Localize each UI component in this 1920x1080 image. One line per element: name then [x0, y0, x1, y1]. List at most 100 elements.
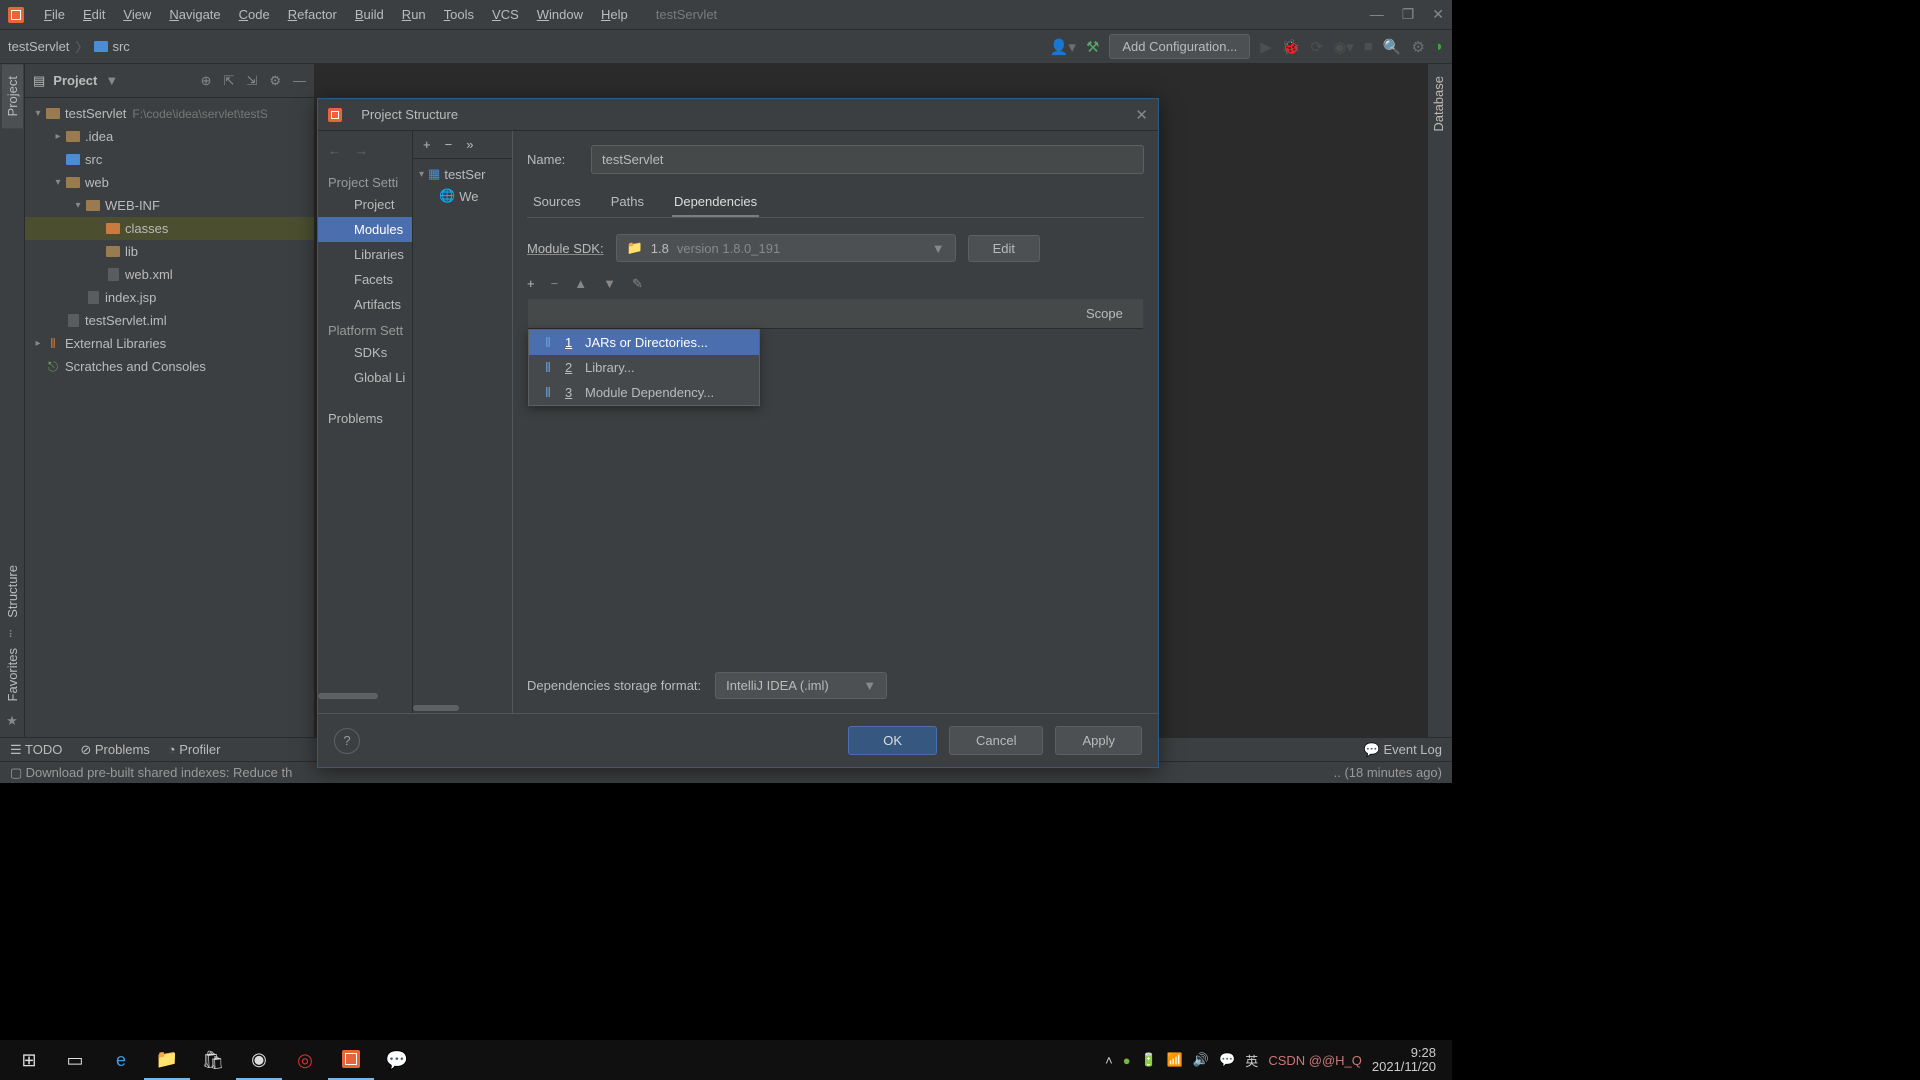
dropdown-icon[interactable]: ▼ [105, 73, 118, 88]
tree-item-lib[interactable]: lib [25, 240, 314, 263]
module-sdk-combo[interactable]: 📁 1.8 version 1.8.0_191 ▼ [616, 234, 956, 262]
scrollbar-thumb[interactable] [413, 705, 459, 711]
module-item[interactable]: ▾ ▦ testSer [413, 163, 512, 185]
menu-vcs[interactable]: VCS [484, 3, 527, 26]
module-web-item[interactable]: 🌐 We [413, 185, 512, 207]
tree-item-external-libraries[interactable]: ▸⫴External Libraries [25, 332, 314, 355]
wechat-icon[interactable]: 💬 [374, 1040, 420, 1080]
menu-view[interactable]: View [115, 3, 159, 26]
tray-app-icon[interactable]: ● [1123, 1053, 1131, 1068]
breadcrumb-src[interactable]: src [94, 39, 129, 54]
dependency-table[interactable]: Scope ⫴1JARs or Directories...⫴2Library.… [527, 298, 1144, 658]
locate-icon[interactable]: ⊕ [201, 73, 212, 89]
apply-button[interactable]: Apply [1055, 726, 1142, 755]
tab-paths[interactable]: Paths [609, 188, 646, 217]
category-global-libraries[interactable]: Global Li [318, 365, 412, 390]
expand-icon[interactable]: ⇱ [224, 73, 235, 89]
gear-icon[interactable]: ⚙ [269, 73, 281, 89]
task-view-icon[interactable]: ▭ [52, 1040, 98, 1080]
add-configuration-button[interactable]: Add Configuration... [1109, 34, 1250, 59]
tree-item-web-inf[interactable]: ▾WEB-INF [25, 194, 314, 217]
add-dependency-icon[interactable]: + [527, 276, 535, 292]
tab-dependencies[interactable]: Dependencies [672, 188, 759, 217]
storage-format-combo[interactable]: IntelliJ IDEA (.iml) ▼ [715, 672, 887, 699]
category-problems[interactable]: Problems [318, 406, 412, 431]
explorer-icon[interactable]: 📁 [144, 1040, 190, 1080]
edit-dependency-icon[interactable]: ✎ [632, 276, 643, 292]
move-up-icon[interactable]: ▲ [574, 276, 587, 292]
intellij-taskbar-icon[interactable] [328, 1040, 374, 1080]
menu-build[interactable]: Build [347, 3, 392, 26]
clock[interactable]: 9:28 2021/11/20 [1372, 1046, 1436, 1075]
profile-icon[interactable]: ◉▾ [1333, 38, 1354, 56]
start-button[interactable]: ⊞ [6, 1040, 52, 1080]
hide-icon[interactable]: — [293, 73, 306, 89]
tree-item-classes[interactable]: classes [25, 217, 314, 240]
coverage-icon[interactable]: ⟳ [1311, 38, 1324, 56]
edit-sdk-button[interactable]: Edit [968, 235, 1040, 262]
database-tool-tab[interactable]: Database [1428, 64, 1449, 144]
cancel-button[interactable]: Cancel [949, 726, 1043, 755]
forward-icon[interactable]: → [355, 143, 368, 161]
battery-icon[interactable]: 🔋 [1141, 1052, 1157, 1068]
collapse-icon[interactable]: ⇲ [246, 73, 257, 89]
add-module-icon[interactable]: + [423, 137, 431, 152]
search-icon[interactable]: 🔍 [1383, 38, 1402, 56]
user-icon[interactable]: 👤▾ [1050, 38, 1076, 56]
stop-icon[interactable]: ■ [1364, 38, 1373, 55]
help-button[interactable]: ? [334, 728, 360, 754]
menu-help[interactable]: Help [593, 3, 636, 26]
structure-tool-tab[interactable]: Structure [2, 553, 23, 630]
popup-item-library-[interactable]: ⫴2Library... [529, 355, 759, 380]
tray-chevron-icon[interactable]: ˄ [1105, 1053, 1113, 1068]
menu-refactor[interactable]: Refactor [280, 3, 345, 26]
minimize-button[interactable]: — [1370, 6, 1384, 23]
notification-icon[interactable]: 💬 [1219, 1052, 1235, 1068]
move-down-icon[interactable]: ▼ [603, 276, 616, 292]
popup-item-module-dependency-[interactable]: ⫴3Module Dependency... [529, 380, 759, 405]
volume-icon[interactable]: 🔊 [1193, 1052, 1209, 1068]
more-icon[interactable]: » [466, 137, 473, 152]
close-button[interactable]: ✕ [1432, 6, 1444, 23]
project-tree[interactable]: ▾testServletF:\code\idea\servlet\testS▸.… [25, 98, 314, 737]
category-sdks[interactable]: SDKs [318, 340, 412, 365]
favorites-tool-tab[interactable]: Favorites [2, 636, 23, 713]
tree-item-src[interactable]: src [25, 148, 314, 171]
store-icon[interactable]: 🛍 [190, 1040, 236, 1080]
remove-module-icon[interactable]: − [445, 137, 453, 152]
category-project[interactable]: Project [318, 192, 412, 217]
ok-button[interactable]: OK [848, 726, 937, 755]
project-tool-tab[interactable]: Project [2, 64, 23, 128]
menu-run[interactable]: Run [394, 3, 434, 26]
run-icon[interactable]: ▶ [1260, 38, 1272, 56]
tree-item--idea[interactable]: ▸.idea [25, 125, 314, 148]
edge-icon[interactable]: e [98, 1040, 144, 1080]
menu-edit[interactable]: Edit [75, 3, 113, 26]
chrome-icon[interactable]: ◉ [236, 1040, 282, 1080]
menu-file[interactable]: File [36, 3, 73, 26]
category-modules[interactable]: Modules [318, 217, 412, 242]
category-facets[interactable]: Facets [318, 267, 412, 292]
problems-tab[interactable]: ⊘ Problems [80, 742, 149, 758]
scrollbar-thumb[interactable] [318, 693, 378, 699]
ime-icon[interactable]: 英 [1245, 1051, 1258, 1070]
tree-item-testservlet[interactable]: ▾testServletF:\code\idea\servlet\testS [25, 102, 314, 125]
debug-icon[interactable]: 🐞 [1282, 38, 1301, 56]
module-name-input[interactable] [591, 145, 1144, 174]
wifi-icon[interactable]: 📶 [1167, 1052, 1183, 1068]
netease-icon[interactable]: ◎ [282, 1040, 328, 1080]
window-icon[interactable]: ▢ [10, 765, 22, 781]
remove-dependency-icon[interactable]: − [551, 276, 559, 292]
todo-tab[interactable]: ☰ TODO [10, 742, 62, 758]
tree-item-scratches-and-consoles[interactable]: ⎋Scratches and Consoles [25, 355, 314, 378]
profiler-tab[interactable]: ◔ Profiler [168, 742, 221, 757]
tab-sources[interactable]: Sources [531, 188, 583, 217]
tree-item-web[interactable]: ▾web [25, 171, 314, 194]
menu-tools[interactable]: Tools [436, 3, 482, 26]
event-log-tab[interactable]: 💬 Event Log [1364, 742, 1442, 758]
category-artifacts[interactable]: Artifacts [318, 292, 412, 317]
breadcrumb-project[interactable]: testServlet [8, 39, 69, 54]
menu-code[interactable]: Code [231, 3, 278, 26]
settings-icon[interactable]: ⚙ [1411, 38, 1424, 56]
tree-item-index-jsp[interactable]: index.jsp [25, 286, 314, 309]
